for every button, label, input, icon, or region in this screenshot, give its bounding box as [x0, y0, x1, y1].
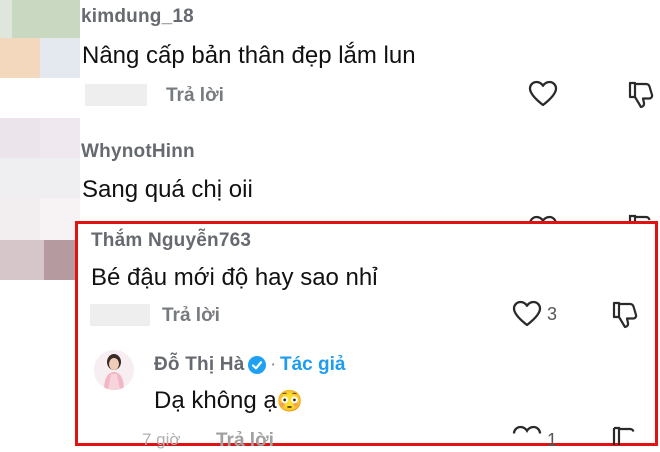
comment-username[interactable]: Thắm Nguyễn763: [91, 230, 251, 252]
timestamp-blurred: [90, 304, 150, 326]
author-tag: Tác giả: [280, 354, 346, 375]
comment-text: Sang quá chị oii: [82, 176, 253, 203]
dislike-icon[interactable]: [610, 425, 640, 445]
comment-username[interactable]: WhynotHinn: [81, 141, 195, 163]
reply-button[interactable]: Trả lời: [162, 305, 220, 327]
reply-button[interactable]: Trả lời: [166, 85, 224, 107]
verified-icon: [248, 356, 266, 374]
comment-text: Nâng cấp bản thân đẹp lắm lun: [82, 42, 416, 69]
like-count: 3: [547, 304, 558, 324]
avatar[interactable]: [94, 350, 134, 390]
dislike-icon[interactable]: [626, 80, 656, 110]
reply-username[interactable]: Đỗ Thị Hà: [154, 354, 244, 376]
reply-text-content: Dạ không ạ: [154, 387, 277, 414]
comment-text: Bé đậu mới độ hay sao nhỉ: [91, 264, 378, 291]
reply-text: Dạ không ạ😳: [154, 387, 303, 415]
heart-icon[interactable]: [512, 425, 542, 445]
dislike-icon[interactable]: [610, 300, 640, 330]
flushed-emoji: 😳: [276, 390, 303, 413]
reply-timestamp: 7 giờ: [142, 430, 181, 449]
separator-dot: ·: [270, 354, 277, 375]
heart-icon[interactable]: [528, 80, 558, 108]
highlight-box: Thắm Nguyễn763 Bé đậu mới độ hay sao nhỉ…: [75, 221, 658, 451]
reply-button[interactable]: Trả lời: [216, 430, 274, 452]
timestamp-blurred: [85, 84, 147, 106]
heart-icon[interactable]: [512, 300, 542, 328]
comment-username[interactable]: kimdung_18: [81, 6, 194, 28]
like-count: 1: [547, 430, 558, 450]
